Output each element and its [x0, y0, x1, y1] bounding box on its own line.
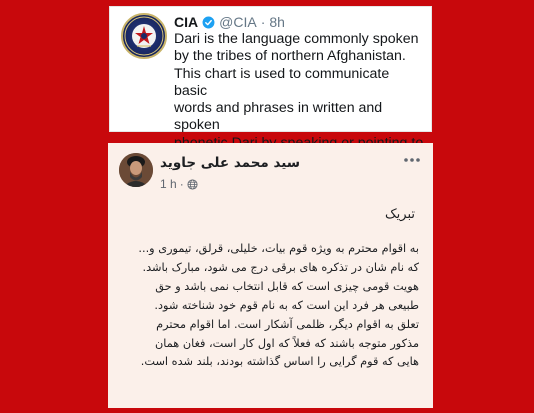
cia-seal-avatar[interactable]: [121, 13, 167, 59]
tweet-handle[interactable]: @CIA: [219, 14, 257, 30]
more-options-icon[interactable]: [403, 155, 421, 165]
tweet-author-name[interactable]: CIA: [174, 14, 198, 30]
post-meta-separator: ·: [179, 177, 184, 191]
post-line: که نام شان در تذکره های برقی درج می شود،…: [142, 260, 419, 274]
author-avatar[interactable]: [119, 153, 153, 187]
tweet-separator: ·: [260, 14, 266, 30]
post-line: هویت قومی چیزی است که قابل انتخاب نمی با…: [155, 279, 419, 293]
post-line: به اقوام محترم به ویژه قوم بیات، خلیلی، …: [138, 242, 419, 255]
post-line: تعلق به اقوام دیگر، ظلمی آشکار است. اما …: [156, 317, 419, 331]
verified-badge-icon: [202, 16, 215, 28]
facebook-post-card: سید محمد علی جاوید 1 h · تبریک به اقوام …: [108, 143, 433, 408]
post-greeting: تبریک: [385, 207, 415, 222]
post-author-name[interactable]: سید محمد علی جاوید: [160, 155, 300, 171]
post-line: هایی که قوم گرایی را اساس گذاشته بودند، …: [140, 355, 419, 369]
tweet-card: CIA @CIA · 8h Dari is the language commo…: [109, 6, 432, 168]
post-line: مذکور متوجه باشند که فعلاً که اول کار اس…: [155, 336, 419, 350]
post-body: به اقوام محترم به ویژه قوم بیات، خلیلی، …: [120, 240, 419, 372]
tweet-timestamp[interactable]: 8h: [269, 14, 285, 30]
cia-seal-icon: [124, 16, 164, 56]
post-meta: 1 h ·: [160, 177, 198, 191]
tweet-header: CIA @CIA · 8h: [174, 13, 285, 31]
post-line: طبیعی هر فرد این است که به نام قوم خود ش…: [154, 298, 419, 312]
post-timestamp[interactable]: 1 h: [160, 177, 177, 191]
globe-icon: [187, 178, 198, 190]
author-photo: [119, 153, 153, 187]
